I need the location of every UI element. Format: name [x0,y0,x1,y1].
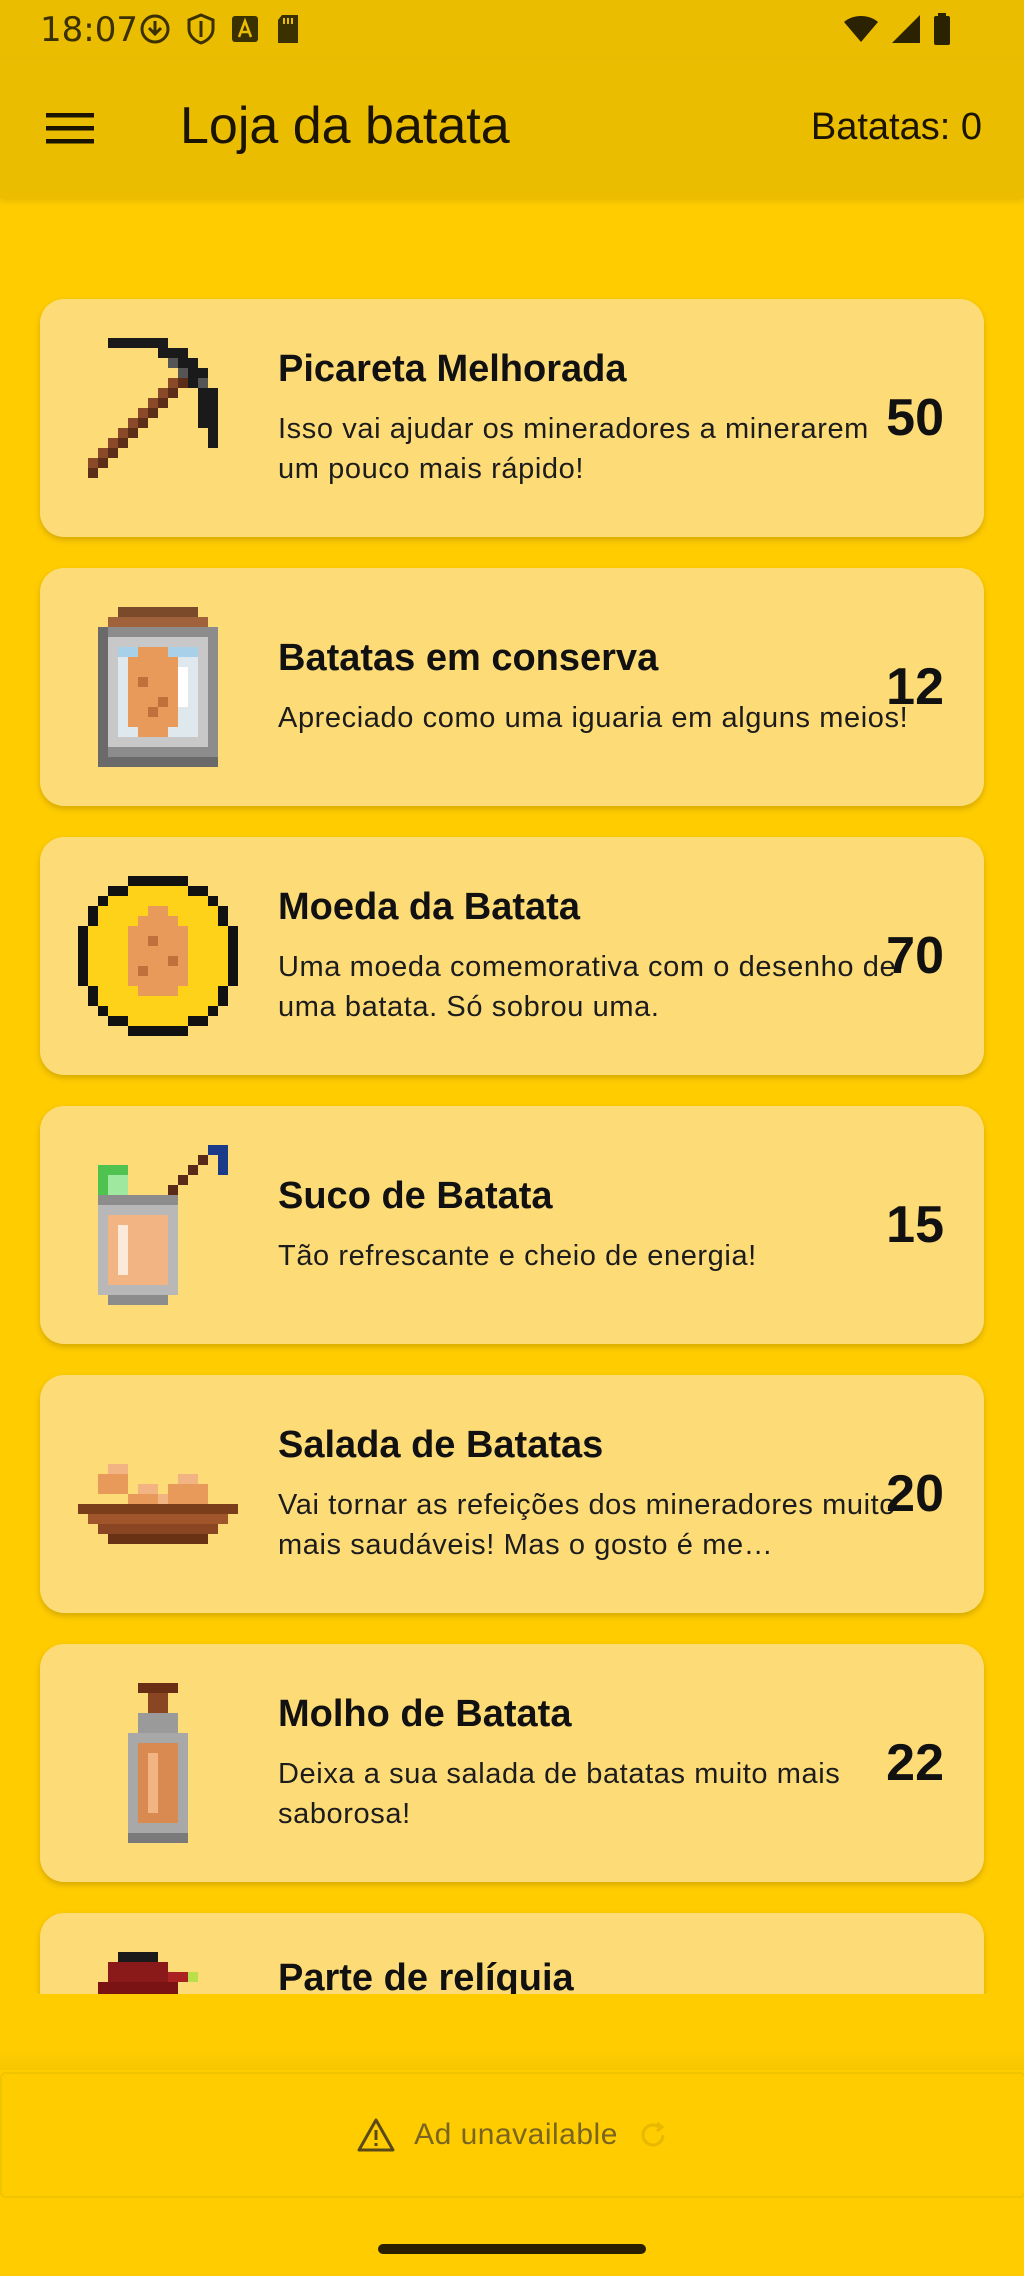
shop-item-price: 50 [886,389,944,447]
shop-item-text: Moeda da Batata Uma moeda comemorativa c… [278,837,918,1075]
battery-icon [932,12,952,46]
ad-status-text: Ad unavailable [414,2118,618,2151]
shop-item-card[interactable]: Moeda da Batata Uma moeda comemorativa c… [40,837,984,1075]
potato-jar-icon [78,607,238,767]
shop-item-text: Picareta Melhorada Isso vai ajudar os mi… [278,299,918,537]
shop-item-list[interactable]: Picareta Melhorada Isso vai ajudar os mi… [0,198,1024,1994]
shop-item-description: Deixa a sua salada de batatas muito mais… [278,1757,841,1830]
shop-item-price: 12 [886,658,944,716]
shop-item-card[interactable]: Parte de relíquia [40,1913,984,1994]
shop-item-text: Parte de relíquia [278,1913,918,1994]
status-bar: 18:07 [0,0,1024,58]
sd-card-icon [274,12,302,46]
shop-item-card[interactable]: Suco de Batata Tão refrescante e cheio d… [40,1106,984,1344]
font-a-icon [230,12,260,46]
potato-counter: Batatas: 0 [810,106,982,148]
shop-item-price: 20 [886,1465,944,1523]
potato-coin-icon [78,876,238,1036]
ad-banner[interactable]: Ad unavailable [0,2072,1024,2198]
potato-juice-icon [78,1145,238,1305]
shop-item-text: Salada de Batatas Vai tornar as refeiçõe… [278,1375,918,1613]
potato-sauce-bottle-icon [78,1683,238,1843]
status-right-icons [842,12,952,46]
shop-item-title: Picareta Melhorada [278,347,627,390]
shield-icon [186,12,216,46]
app-bar: Loja da batata Batatas: 0 [0,58,1024,198]
shop-item-title: Parte de relíquia [278,1957,574,1994]
shop-item-title: Moeda da Batata [278,885,580,928]
shop-item-text: Molho de Batata Deixa a sua salada de ba… [278,1644,918,1882]
shop-item-card[interactable]: Salada de Batatas Vai tornar as refeiçõe… [40,1375,984,1613]
shop-item-description: Uma moeda comemorativa com o desenho de … [278,950,897,1023]
shop-item-price: 15 [886,1196,944,1254]
shop-item-title: Molho de Batata [278,1692,572,1735]
warning-icon [357,2118,395,2152]
status-time: 18:07 [40,10,138,50]
shop-item-title: Batatas em conserva [278,636,659,679]
shop-item-description: Apreciado como uma iguaria em alguns mei… [278,701,909,734]
shop-item-description: Tão refrescante e cheio de energia! [278,1239,757,1272]
shop-item-card[interactable]: Batatas em conserva Apreciado como uma i… [40,568,984,806]
refresh-icon[interactable] [636,2118,670,2152]
status-left-icons [138,12,302,46]
list-bottom-divider [0,2050,1024,2070]
shop-item-card[interactable]: Picareta Melhorada Isso vai ajudar os mi… [40,299,984,537]
pickaxe-icon [78,338,238,498]
cellular-signal-icon [890,12,922,46]
download-circle-icon [138,12,172,46]
page-title: Loja da batata [180,97,510,155]
shop-item-text: Suco de Batata Tão refrescante e cheio d… [278,1106,918,1344]
hamburger-menu-icon [46,113,94,144]
shop-item-price: 70 [886,927,944,985]
menu-button[interactable] [22,88,118,168]
wifi-icon [842,12,880,46]
relic-part-icon [78,1952,238,1994]
shop-item-title: Suco de Batata [278,1174,553,1217]
shop-item-description: Vai tornar as refeições dos mineradores … [278,1488,897,1561]
shop-item-text: Batatas em conserva Apreciado como uma i… [278,568,918,806]
gesture-handle[interactable] [378,2244,646,2254]
shop-item-card[interactable]: Molho de Batata Deixa a sua salada de ba… [40,1644,984,1882]
shop-item-description: Isso vai ajudar os mineradores a minerar… [278,412,869,485]
potato-salad-icon [78,1414,238,1574]
shop-item-price: 22 [886,1734,944,1792]
shop-item-title: Salada de Batatas [278,1423,604,1466]
